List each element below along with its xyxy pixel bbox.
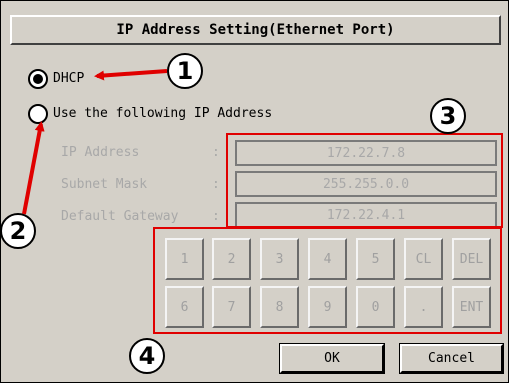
annotation-arrows [22, 69, 168, 215]
callout-3: 3 [430, 98, 466, 134]
callout-1: 1 [167, 53, 203, 89]
callout-2: 2 [0, 213, 36, 249]
callout-4: 4 [129, 338, 165, 374]
arrow-to-dhcp-icon [94, 69, 168, 81]
arrow-to-static-radio-icon [22, 121, 45, 215]
